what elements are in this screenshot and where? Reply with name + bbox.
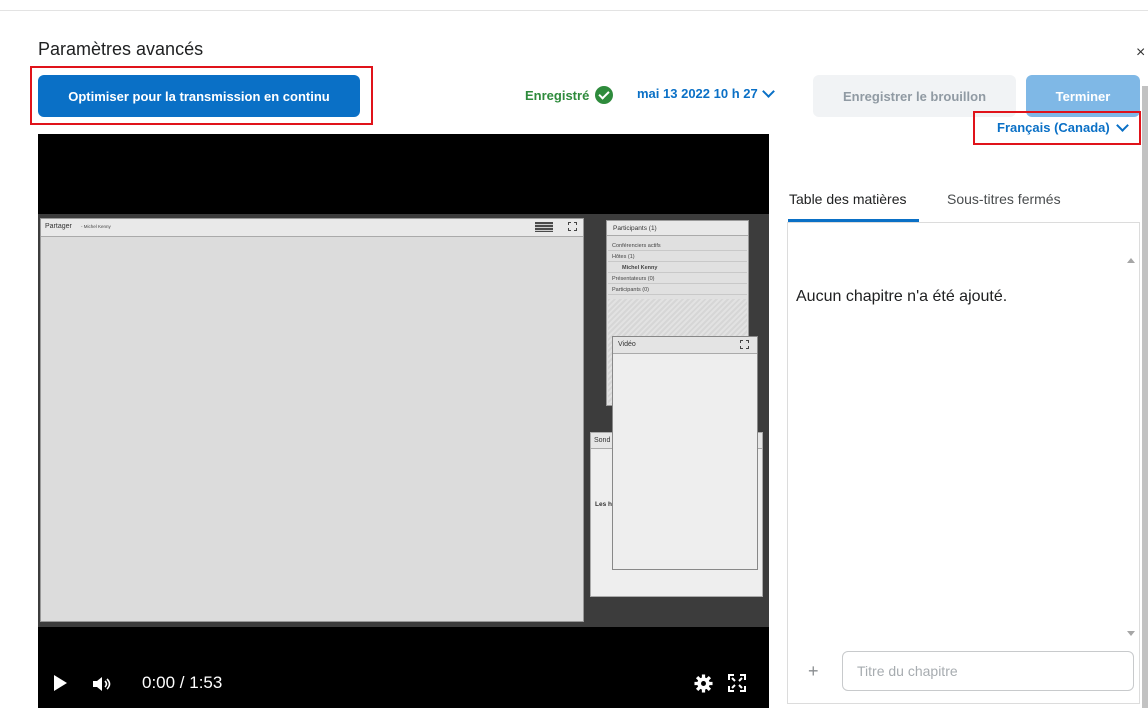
participants-row: Michel Kenny [608,263,747,273]
video-window [612,336,758,570]
tab-table-of-contents[interactable]: Table des matières [789,191,907,207]
empty-chapters-message: Aucun chapitre n'a été ajouté. [796,288,1008,305]
video-window-header: Vidéo [613,337,757,354]
scroll-up-icon[interactable] [1127,258,1135,263]
participants-header: Participants (1) [607,221,748,236]
participants-title: Participants [613,225,647,232]
participants-row: Conférenciers actifs [608,241,747,251]
check-circle-icon [595,86,614,104]
close-icon[interactable]: × [1136,44,1145,62]
poll-text: Les h [595,501,612,508]
date-label: mai 13 2022 10 h 27 [637,86,758,101]
chapter-title-input[interactable] [842,651,1134,691]
saved-status: Enregistré [525,86,614,104]
participants-row: Participants (0) [608,285,747,295]
add-chapter-icon[interactable]: + [808,661,819,682]
language-dropdown[interactable]: Français (Canada) [997,119,1129,135]
scroll-down-icon[interactable] [1127,631,1135,636]
page-scrollbar[interactable] [1142,86,1148,708]
time-display: 0:00 / 1:53 [142,673,223,692]
language-label: Français (Canada) [997,120,1110,135]
share-window [40,218,584,622]
expand-icon [568,222,577,231]
optimize-streaming-button[interactable]: Optimiser pour la transmission en contin… [38,75,360,117]
share-title: Partager [45,223,72,230]
tab-closed-captions[interactable]: Sous-titres fermés [947,191,1061,207]
share-presenter: - Michel Kenny [81,224,111,229]
play-icon[interactable] [52,674,68,692]
fullscreen-icon[interactable] [728,674,746,692]
layout-icon [535,222,553,232]
chevron-down-icon [1115,119,1129,132]
share-window-header: Partager - Michel Kenny [41,219,583,237]
participants-row: Hôtes (1) [608,252,747,262]
volume-icon[interactable] [92,676,114,692]
saved-label: Enregistré [525,87,590,103]
dialog-title: Paramètres avancés [38,39,204,59]
settings-gear-icon[interactable] [694,674,713,693]
participants-count: (1) [648,225,657,232]
participants-row: Présentateurs (0) [608,274,747,284]
video-window-title: Vidéo [618,341,636,348]
top-divider [0,10,1148,11]
expand-icon [740,340,749,349]
chevron-down-icon [761,85,775,98]
date-dropdown[interactable]: mai 13 2022 10 h 27 [637,85,775,101]
